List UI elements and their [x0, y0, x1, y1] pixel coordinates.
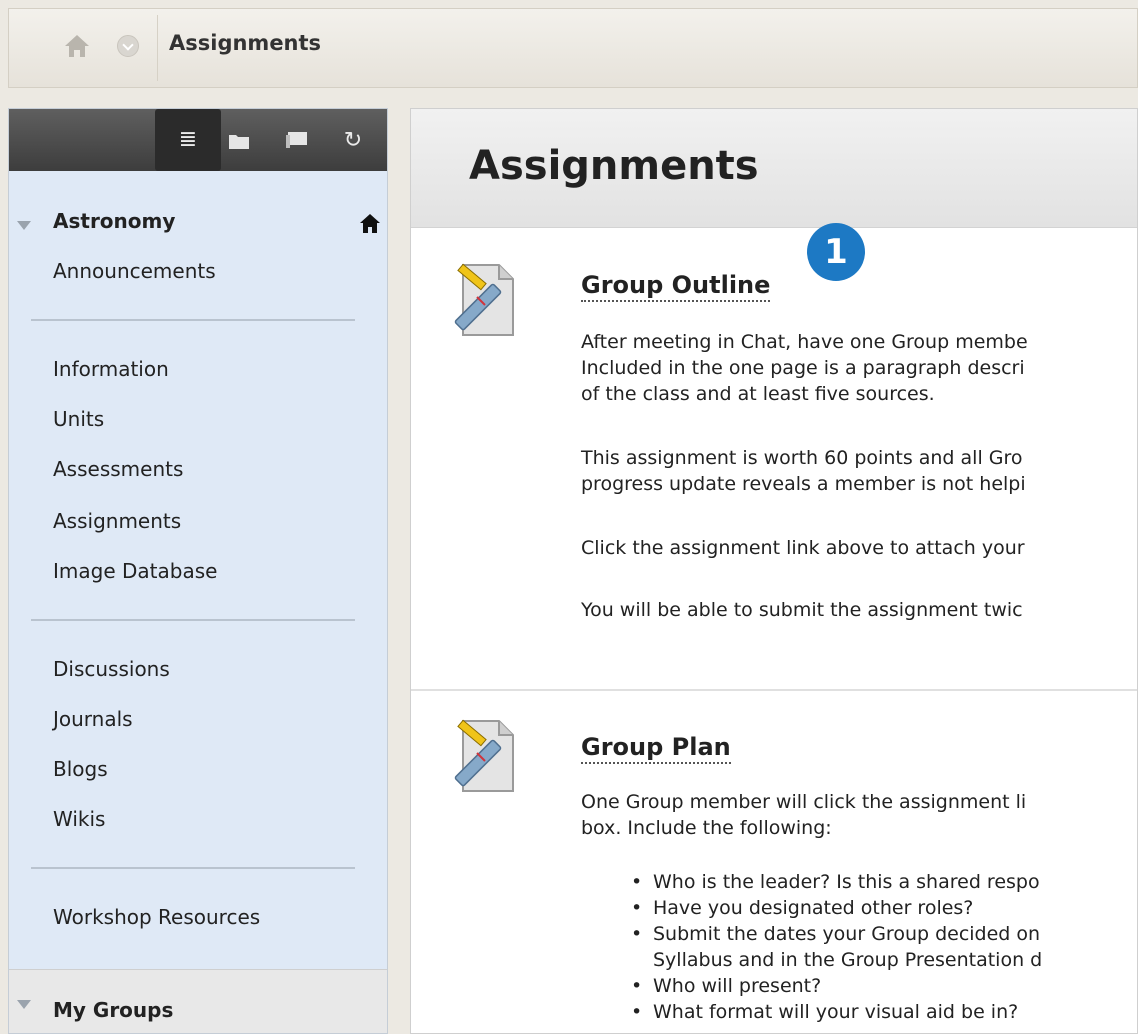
- my-groups-section: My Groups: [9, 969, 387, 1033]
- my-groups-header[interactable]: My Groups: [53, 998, 173, 1022]
- description-line: box. Include the following:: [581, 817, 832, 839]
- assignment-link-group-plan[interactable]: Group Plan: [581, 733, 731, 764]
- list-item-continuation: Syllabus and in the Group Presentation d: [653, 949, 1043, 971]
- collapse-arrow-icon[interactable]: [17, 221, 31, 230]
- list-item: Who is the leader? Is this a shared resp…: [631, 869, 1042, 895]
- content-area: Assignments Group Outline 1 After meetin…: [410, 108, 1138, 1034]
- sidebar-item-image-database[interactable]: Image Database: [53, 559, 217, 583]
- sidebar-item-wikis[interactable]: Wikis: [53, 807, 105, 831]
- list-view-icon[interactable]: ≣: [155, 109, 221, 171]
- list-item: Who will present?: [631, 973, 1042, 999]
- sidebar-item-workshop-resources[interactable]: Workshop Resources: [53, 905, 260, 929]
- refresh-icon[interactable]: ↻: [335, 127, 371, 155]
- description-line: You will be able to submit the assignmen…: [581, 599, 1023, 621]
- list-item: Submit the dates your Group decided on: [631, 921, 1042, 947]
- description-line: Click the assignment link above to attac…: [581, 537, 1025, 559]
- page-header: Assignments: [411, 109, 1137, 228]
- sidebar-item-assignments[interactable]: Assignments: [53, 509, 181, 533]
- sidebar-item-discussions[interactable]: Discussions: [53, 657, 170, 681]
- menu-divider: [31, 867, 355, 869]
- course-title[interactable]: Astronomy: [53, 209, 175, 233]
- collapse-arrow-icon[interactable]: [17, 1000, 31, 1009]
- menu-divider: [31, 619, 355, 621]
- assignment-icon: [454, 263, 514, 336]
- chevron-down-icon[interactable]: [117, 35, 139, 57]
- breadcrumb[interactable]: Assignments: [169, 31, 321, 55]
- sidebar-item-announcements[interactable]: Announcements: [53, 259, 216, 283]
- course-home-icon[interactable]: [359, 213, 381, 235]
- sidebar-item-blogs[interactable]: Blogs: [53, 757, 108, 781]
- description-line: After meeting in Chat, have one Group me…: [581, 331, 1028, 353]
- chat-icon[interactable]: [279, 127, 315, 155]
- callout-badge: 1: [807, 223, 865, 281]
- description-line: of the class and at least five sources.: [581, 383, 935, 405]
- assignment-icon: [454, 719, 514, 792]
- description-line: Included in the one page is a paragraph …: [581, 357, 1025, 379]
- assignment-link-group-outline[interactable]: Group Outline: [581, 271, 771, 302]
- page-title: Assignments: [469, 143, 759, 189]
- description-line: This assignment is worth 60 points and a…: [581, 447, 1023, 469]
- course-menu: ≣ ↻ Astronomy Announcements Information …: [8, 108, 388, 1034]
- sidebar-item-assessments[interactable]: Assessments: [53, 457, 183, 481]
- menu-divider: [31, 319, 355, 321]
- sidebar-item-units[interactable]: Units: [53, 407, 104, 431]
- sidebar-item-information[interactable]: Information: [53, 357, 169, 381]
- top-icon-group: [21, 15, 158, 81]
- list-item: What format will your visual aid be in?: [631, 999, 1042, 1025]
- list-item: Have you designated other roles?: [631, 895, 1042, 921]
- description-line: One Group member will click the assignme…: [581, 791, 1027, 813]
- requirements-list: Who is the leader? Is this a shared resp…: [631, 869, 1042, 1025]
- description-line: progress update reveals a member is not …: [581, 473, 1026, 495]
- item-divider: [411, 689, 1137, 691]
- folder-view-icon[interactable]: [221, 127, 257, 155]
- home-icon[interactable]: [63, 33, 91, 59]
- course-menu-toolbar: ≣ ↻: [9, 109, 387, 171]
- top-navigation-bar: Assignments: [8, 8, 1138, 88]
- sidebar-item-journals[interactable]: Journals: [53, 707, 133, 731]
